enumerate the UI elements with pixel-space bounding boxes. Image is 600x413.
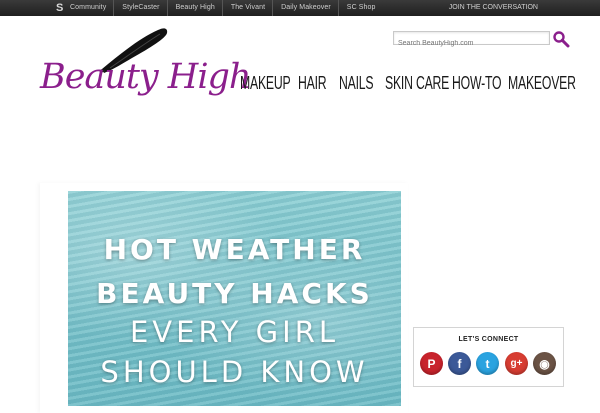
nav-item-nails[interactable]: NAILS xyxy=(339,73,374,94)
nav-item-hair[interactable]: HAIR xyxy=(298,73,327,94)
nav-item-how-to[interactable]: HOW-TO xyxy=(452,73,502,94)
network-link-sc-shop[interactable]: SC Shop xyxy=(347,0,383,16)
instagram-icon[interactable]: ◉ xyxy=(533,352,556,375)
hero-title-line-1: HOT WEATHER xyxy=(103,233,366,266)
network-link-the-vivant[interactable]: The Vivant xyxy=(231,0,274,16)
nav-item-skin-care[interactable]: SKIN CARE xyxy=(385,73,449,94)
network-link-community[interactable]: Community xyxy=(70,0,115,16)
site-logo[interactable]: Beauty High xyxy=(40,24,251,104)
twitter-icon[interactable]: t xyxy=(476,352,499,375)
search-input[interactable] xyxy=(394,37,549,50)
hero-title-line-4: SHOULD KNOW xyxy=(100,355,369,389)
logo-text: Beauty High xyxy=(40,57,251,97)
network-link-beauty-high[interactable]: Beauty High xyxy=(176,0,223,16)
stylecaster-s-icon[interactable]: S xyxy=(56,2,67,14)
nav-item-makeover[interactable]: MAKEOVER xyxy=(508,73,576,94)
connect-title: LET'S CONNECT xyxy=(458,336,519,343)
network-nav: Community StyleCaster Beauty High The Vi… xyxy=(70,0,391,16)
network-link-stylecaster[interactable]: StyleCaster xyxy=(122,0,168,16)
hero-image[interactable]: HOT WEATHER BEAUTY HACKS EVERY GIRL SHOU… xyxy=(68,191,401,406)
pinterest-icon[interactable]: P xyxy=(420,352,443,375)
lets-connect-widget: LET'S CONNECT P f t g+ ◉ xyxy=(413,327,564,387)
facebook-icon[interactable]: f xyxy=(448,352,471,375)
nav-item-makeup[interactable]: MAKEUP xyxy=(240,73,291,94)
search-icon[interactable] xyxy=(552,30,570,48)
main-nav: MAKEUP HAIR NAILS SKIN CARE HOW-TO MAKEO… xyxy=(240,73,576,94)
hero-title-line-2: BEAUTY HACKS xyxy=(96,277,373,310)
hero-title-line-3: EVERY GIRL xyxy=(129,315,340,349)
network-link-daily-makeover[interactable]: Daily Makeover xyxy=(281,0,339,16)
search-box[interactable] xyxy=(393,31,550,50)
top-bar: S Community StyleCaster Beauty High The … xyxy=(0,0,600,16)
google-plus-icon[interactable]: g+ xyxy=(505,352,528,375)
join-conversation-link[interactable]: JOIN THE CONVERSATION xyxy=(449,0,538,16)
